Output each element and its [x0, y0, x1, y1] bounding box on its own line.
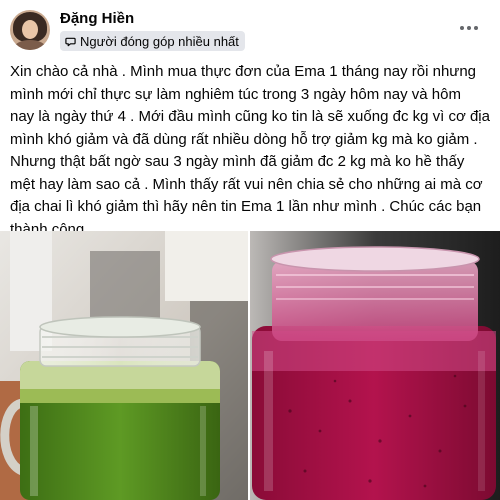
post-line: nay là ngày thứ 4 . Mới đầu mình cũng ko… [10, 108, 490, 125]
top-contributor-badge[interactable]: Người đóng góp nhiều nhất [60, 31, 245, 51]
author-avatar[interactable] [10, 10, 50, 50]
post-line: địa chai lì khó giảm thì hãy nên tin Ema… [10, 198, 482, 215]
post-line: Nhưng thật bất ngờ sau 3 ngày mình đã gi… [10, 153, 465, 170]
author-name[interactable]: Đặng Hiền [60, 10, 134, 27]
green-smoothie-illustration [0, 231, 248, 500]
post-line: mình khó giảm và đã dùng rất nhiều dòng … [10, 130, 478, 148]
post-line: Xin chào cả nhà . Mình mua thực đơn của … [10, 63, 477, 80]
post-photo-green-smoothie[interactable] [0, 231, 248, 500]
more-dot [467, 26, 471, 30]
more-options-button[interactable] [454, 16, 484, 40]
more-horizontal-icon [460, 26, 464, 30]
post-text: Xin chào cả nhà . Mình mua thực đơn của … [10, 61, 494, 241]
speech-bubble-icon [65, 37, 76, 46]
post-card: Đặng Hiền Người đóng góp nhiều nhất Xin … [0, 0, 500, 500]
post-photo-pink-smoothie[interactable] [250, 231, 500, 500]
post-line: mệt hay làm sao cả . Mình thấy rất vui n… [10, 175, 483, 193]
post-line: mình mới chỉ thực sự làm nghiêm túc tron… [10, 85, 461, 103]
badge-label: Người đóng góp nhiều nhất [80, 33, 239, 49]
pink-smoothie-illustration [250, 231, 500, 500]
more-dot [474, 26, 478, 30]
